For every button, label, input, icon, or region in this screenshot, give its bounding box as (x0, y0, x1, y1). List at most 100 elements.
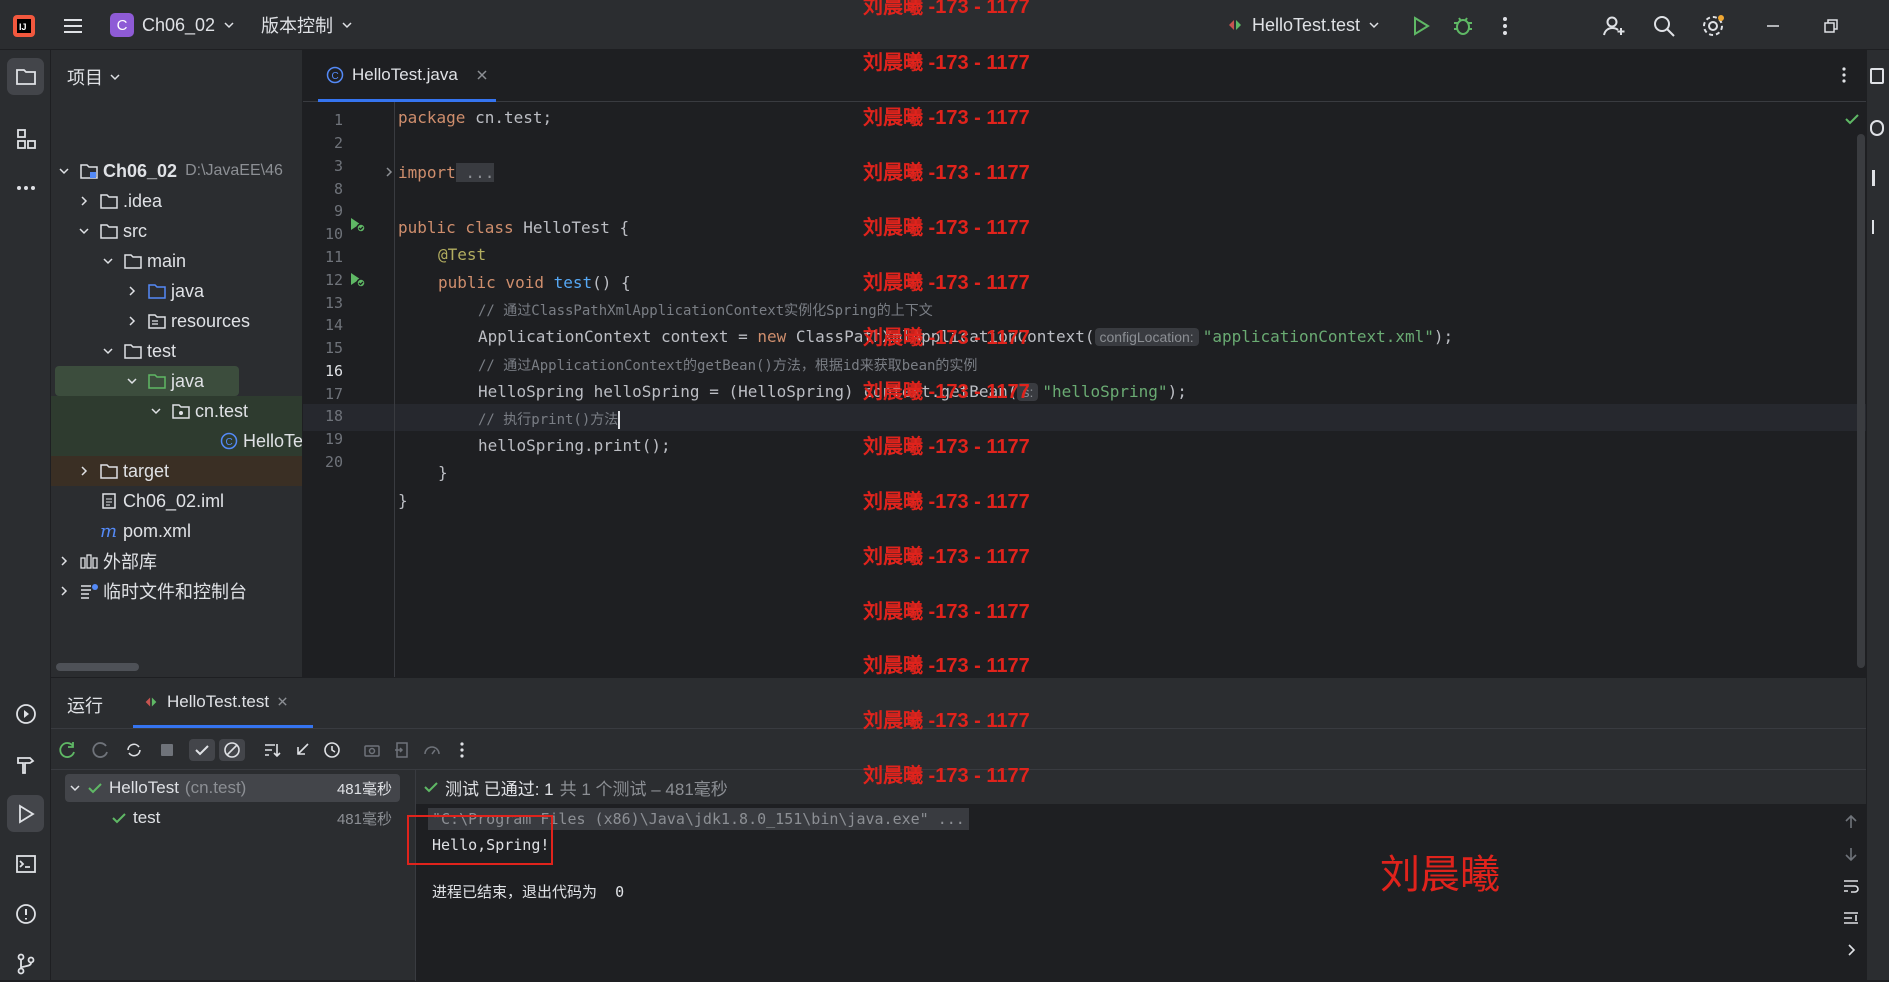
tree-item[interactable]: main (51, 246, 302, 276)
run-tool-icon[interactable] (7, 795, 44, 832)
restore-icon[interactable] (1818, 13, 1844, 39)
camera-icon[interactable] (361, 739, 383, 761)
tree-item[interactable]: 临时文件和控制台 (51, 576, 302, 606)
chevron-down-icon[interactable] (101, 344, 115, 358)
debug-icon[interactable] (1450, 13, 1476, 39)
chevron-down-icon[interactable] (149, 404, 163, 418)
horizontal-scrollbar[interactable] (56, 663, 139, 671)
watermark-text: 刘晨曦 -173 - 1177 (863, 217, 1030, 239)
export-tests-icon[interactable] (421, 739, 443, 761)
project-selector[interactable]: C Ch06_02 (110, 0, 235, 50)
tree-item[interactable]: resources (51, 306, 302, 336)
problems-icon[interactable] (7, 895, 44, 932)
run-tab-label[interactable]: 运行 (67, 692, 103, 718)
git-branch-icon[interactable] (7, 945, 44, 982)
tree-item[interactable]: src (51, 216, 302, 246)
plugin-icon[interactable] (1872, 220, 1884, 234)
fold-chevron-icon[interactable] (383, 166, 395, 178)
chevron-right-icon[interactable] (57, 584, 71, 598)
chevron-right-icon[interactable] (125, 314, 139, 328)
database-icon[interactable] (1870, 120, 1884, 136)
tree-item[interactable]: .idea (51, 186, 302, 216)
scroll-up-icon[interactable] (1841, 812, 1863, 844)
terminal-icon[interactable] (7, 845, 44, 882)
watermark-text: 刘晨曦 -173 - 1177 (863, 546, 1030, 568)
tree-item[interactable]: java (51, 276, 302, 306)
chevron-down-icon[interactable] (57, 164, 71, 178)
tree-item[interactable]: C HelloTest (51, 426, 302, 456)
test-suite-row[interactable]: HelloTest (cn.test) 481毫秒 (65, 774, 400, 802)
main-menu-icon[interactable] (60, 13, 86, 39)
import-tests-icon[interactable] (391, 739, 413, 761)
run-config-selector[interactable]: HelloTest.test (1226, 0, 1380, 50)
chevron-right-icon[interactable] (77, 194, 91, 208)
sort-icon[interactable] (261, 739, 283, 761)
run-config-tab[interactable]: HelloTest.test (133, 678, 313, 728)
tree-item[interactable]: cn.test (51, 396, 302, 426)
run-console[interactable]: "C:\Program Files (x86)\Java\jdk1.8.0_15… (407, 804, 1866, 981)
tree-item[interactable]: Ch06_02.iml (51, 486, 302, 516)
run-test-gutter-icon[interactable] (348, 271, 366, 289)
code-line-15: HelloSpring helloSpring = (HelloSpring) … (478, 382, 1187, 401)
chevron-spacer[interactable] (77, 494, 91, 508)
run-icon[interactable] (1408, 13, 1434, 39)
chevron-down-icon[interactable] (101, 254, 115, 268)
stop-icon[interactable] (156, 739, 178, 761)
vcs-menu[interactable]: 版本控制 (261, 0, 353, 50)
vcs-menu-label: 版本控制 (261, 16, 333, 36)
chevron-spacer[interactable] (197, 434, 211, 448)
project-tool-folder-icon[interactable] (7, 58, 44, 95)
maven-icon[interactable] (1872, 170, 1884, 186)
project-panel-header[interactable]: 项目 (67, 64, 121, 90)
search-icon[interactable] (1651, 13, 1677, 39)
show-ignored-icon[interactable] (219, 739, 245, 761)
chevron-right-icon[interactable] (1841, 940, 1863, 966)
tree-item[interactable]: Ch06_02 D:\JavaEE\46 (51, 156, 302, 186)
rerun-failed-icon[interactable] (90, 739, 112, 761)
rerun-icon[interactable] (57, 739, 79, 761)
more-vertical-icon[interactable] (451, 739, 473, 761)
test-case-row[interactable]: test 481毫秒 (65, 804, 400, 832)
chevron-right-icon[interactable] (77, 464, 91, 478)
scroll-to-end-icon[interactable] (1841, 908, 1863, 940)
chevron-right-icon[interactable] (57, 554, 71, 568)
tab-more-icon[interactable] (1833, 64, 1855, 86)
close-icon[interactable] (476, 69, 488, 81)
intellij-logo-icon[interactable]: IJ (11, 13, 37, 39)
structure-icon[interactable] (7, 120, 44, 157)
tree-item[interactable]: 外部库 (51, 546, 302, 576)
editor-tab-bar: C HelloTest.java (303, 50, 1889, 102)
minimize-icon[interactable] (1760, 13, 1786, 39)
close-icon[interactable] (277, 696, 288, 707)
code-editor[interactable]: 1 2 3 8 9 10 11 12 13 14 15 16 17 18 19 20 package cn.t… (303, 102, 1866, 677)
tree-item[interactable]: java (51, 366, 302, 396)
collapse-icon[interactable] (291, 739, 313, 761)
toggle-auto-test-icon[interactable] (123, 739, 145, 761)
inspection-ok-check-icon[interactable] (1843, 110, 1861, 128)
notifications-icon[interactable] (1870, 68, 1884, 84)
editor-tab-hellotest[interactable]: C HelloTest.java (318, 50, 496, 102)
run-config-tab-label: HelloTest.test (167, 691, 270, 711)
chevron-down-icon[interactable] (77, 224, 91, 238)
scroll-down-icon[interactable] (1841, 844, 1863, 876)
soft-wrap-icon[interactable] (1841, 876, 1863, 908)
build-hammer-icon[interactable] (7, 745, 44, 782)
more-vertical-icon[interactable] (1492, 13, 1518, 39)
history-clock-icon[interactable] (321, 739, 343, 761)
settings-gear-icon[interactable] (1700, 13, 1726, 39)
chevron-down-icon (223, 19, 235, 31)
services-icon[interactable] (7, 695, 44, 732)
tree-item[interactable]: target (51, 456, 302, 486)
line-number: 2 (333, 134, 343, 152)
chevron-spacer[interactable] (77, 524, 91, 538)
show-passed-check-icon[interactable] (189, 739, 215, 761)
tree-item[interactable]: test (51, 336, 302, 366)
chevron-right-icon[interactable] (125, 284, 139, 298)
vertical-scrollbar[interactable] (1857, 134, 1865, 668)
run-test-gutter-icon[interactable] (348, 216, 366, 234)
tree-item[interactable]: m pom.xml (51, 516, 302, 546)
chevron-down-icon[interactable] (125, 374, 139, 388)
more-horizontal-icon[interactable] (7, 169, 44, 206)
add-user-icon[interactable] (1601, 13, 1627, 39)
test-config-icon (1226, 16, 1244, 34)
